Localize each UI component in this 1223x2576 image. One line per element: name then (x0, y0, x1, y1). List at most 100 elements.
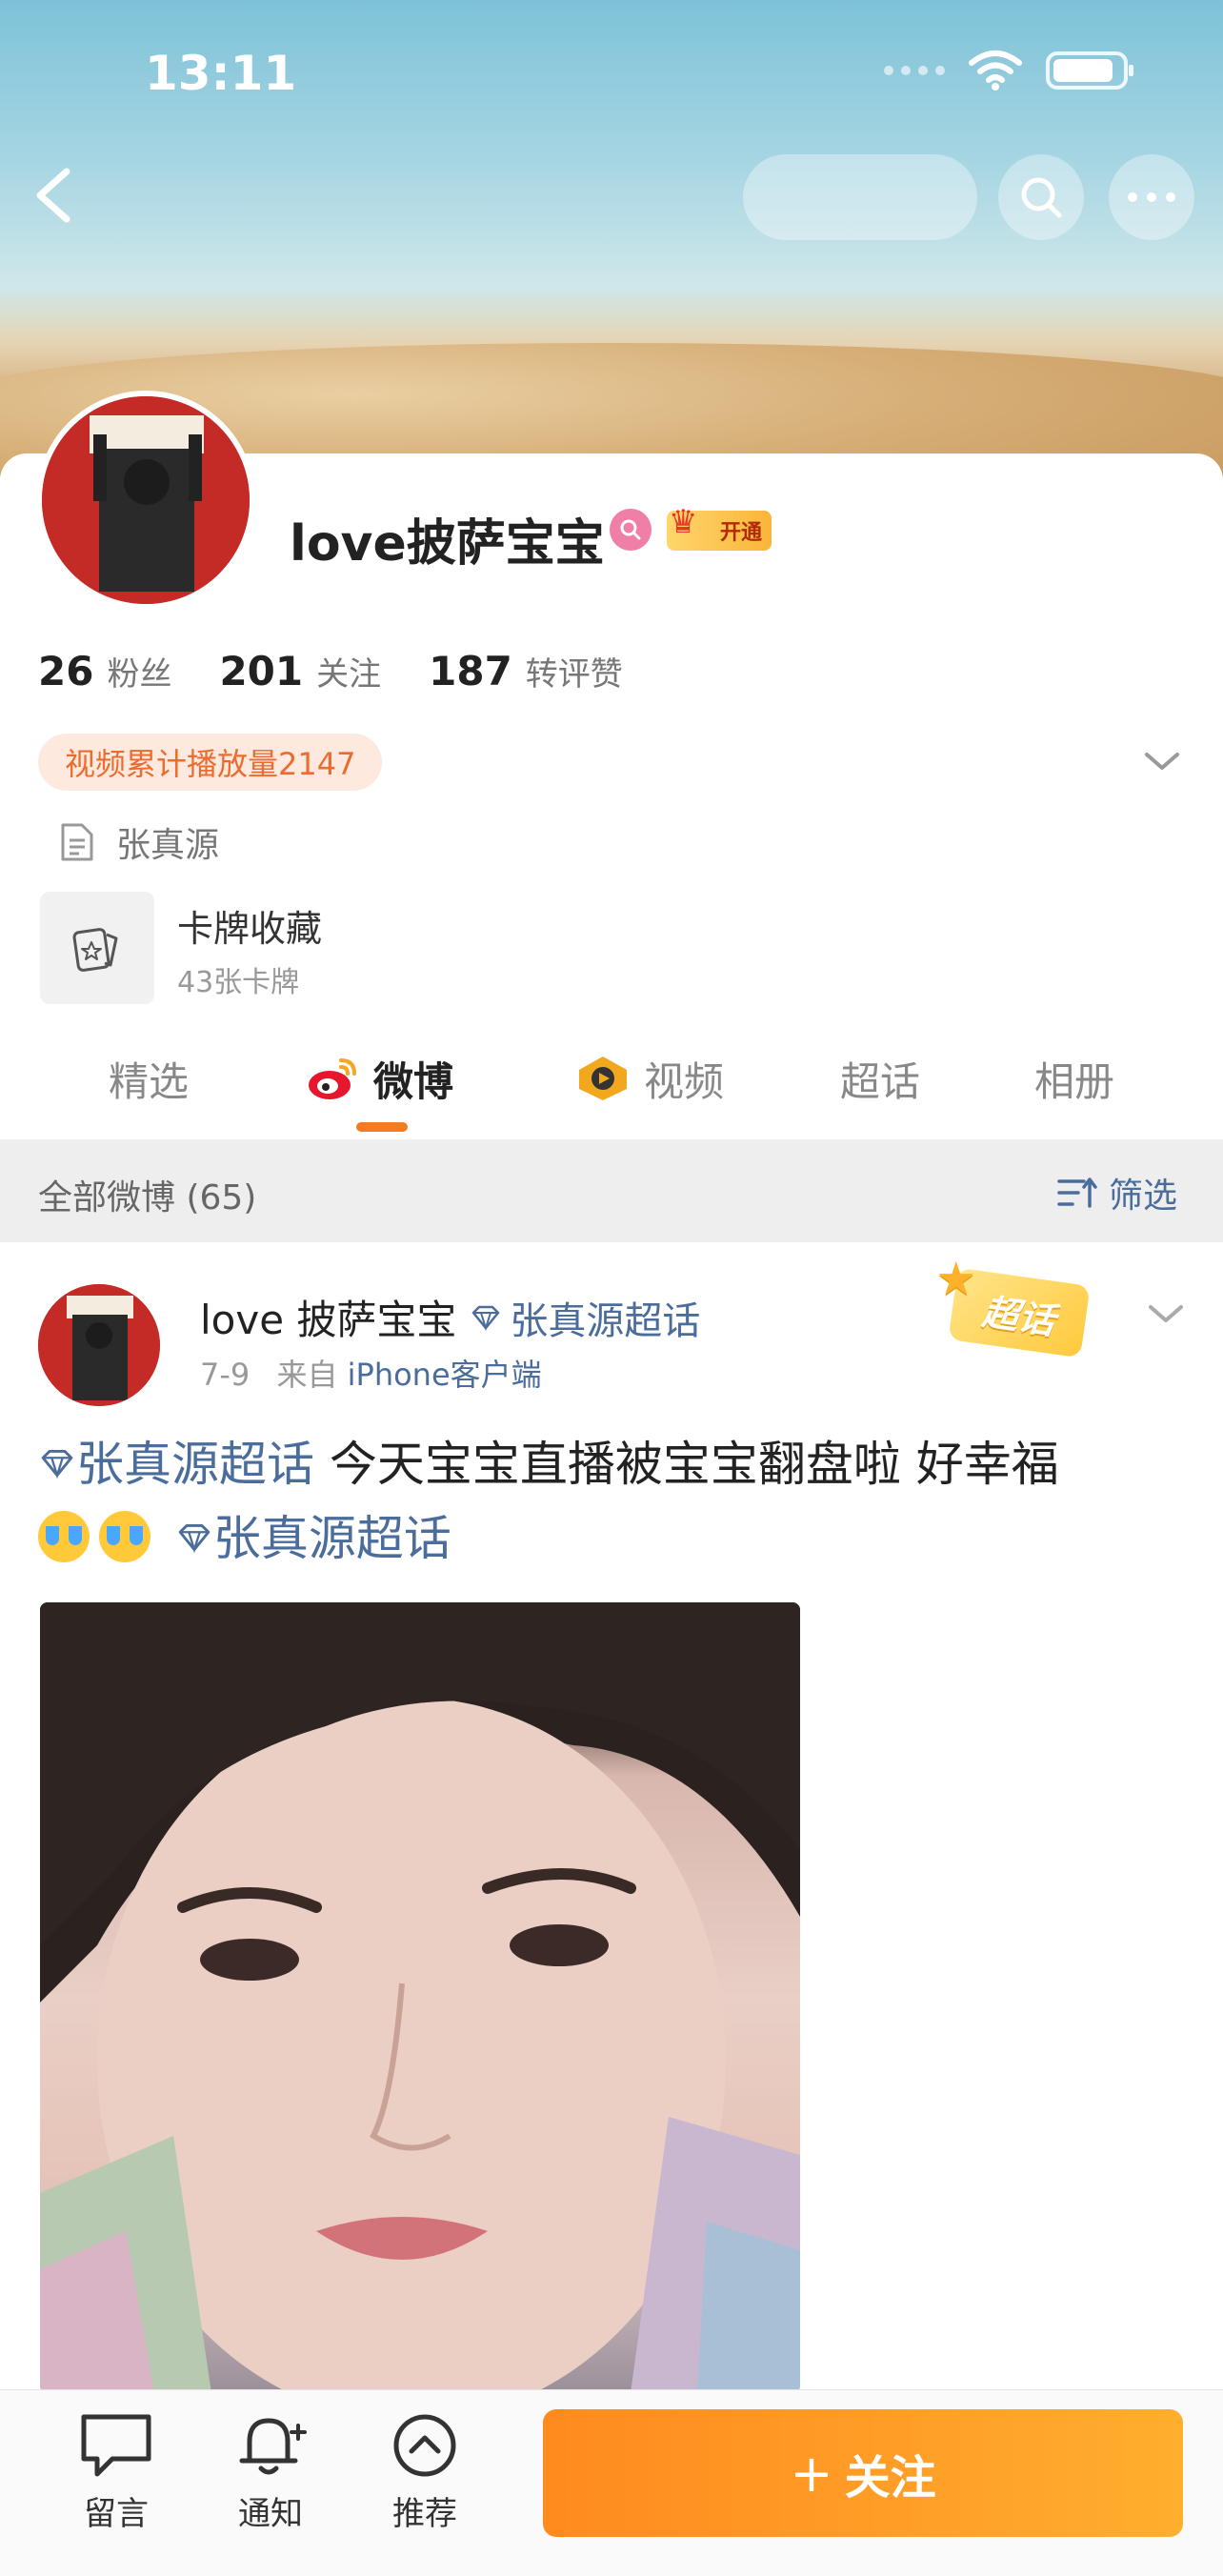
cover-pill-button[interactable] (743, 154, 977, 240)
back-button[interactable] (25, 162, 82, 229)
diamond-icon (472, 1305, 500, 1331)
video-icon (579, 1057, 627, 1100)
crying-emoji-icon (38, 1511, 90, 1562)
star-icon: ★ (935, 1252, 977, 1306)
feed-header: 全部微博 (65) 筛选 (0, 1139, 1223, 1242)
profile-stats: 26 粉丝 201 关注 187 转评赞 (38, 648, 671, 694)
tab-video[interactable]: 视频 (575, 1044, 724, 1113)
post-photo (40, 1602, 800, 2393)
status-time: 13:11 (145, 46, 297, 101)
avatar-image (38, 1284, 160, 1406)
card-collection-count: 43张卡牌 (177, 966, 300, 999)
member-badge-icon[interactable] (610, 509, 652, 551)
post-topic-label: 张真源超话 (510, 1298, 701, 1343)
stat-label: 转评赞 (525, 655, 623, 694)
document-icon (61, 823, 93, 861)
tab-weibo[interactable]: 微博 (305, 1044, 453, 1113)
more-icon (1128, 192, 1175, 202)
super-topic-badge[interactable]: ★ 超话 (935, 1252, 1091, 1358)
stat-number: 201 (219, 648, 304, 694)
plus-icon: + (790, 2443, 833, 2504)
post-source-prefix: 来自 (276, 1357, 338, 1393)
stat-number: 187 (429, 648, 512, 694)
recommend-icon (393, 2414, 456, 2477)
post-text-topic-link[interactable]: 张真源超话 (160, 1511, 451, 1566)
profile-description: 张真源 (116, 826, 220, 865)
recommend-button[interactable]: 推荐 (368, 2411, 482, 2534)
crying-emoji-icon (99, 1511, 150, 1562)
post-topic-chip[interactable]: 张真源超话 (470, 1290, 700, 1345)
post-source[interactable]: iPhone客户端 (348, 1357, 542, 1393)
notify-button[interactable]: 通知 (213, 2411, 328, 2534)
tab-label: 超话 (840, 1057, 921, 1105)
filter-label: 筛选 (1108, 1177, 1177, 1216)
card-icon (72, 928, 118, 972)
chevron-down-icon (1145, 753, 1179, 770)
search-badge-icon (620, 519, 641, 540)
tab-featured[interactable]: 精选 (109, 1044, 189, 1113)
stat-followers[interactable]: 26 粉丝 (38, 648, 171, 694)
active-tab-indicator (356, 1122, 408, 1132)
card-collection-button[interactable] (40, 892, 154, 1004)
post-author-avatar[interactable] (38, 1284, 160, 1406)
message-button[interactable]: 留言 (59, 2411, 173, 2534)
post-text-topic-label: 张真源超话 (76, 1437, 314, 1492)
message-label: 留言 (84, 2495, 149, 2533)
search-icon (1021, 177, 1062, 218)
tab-label: 视频 (644, 1057, 725, 1105)
vip-open-label: 开通 (719, 521, 762, 545)
super-topic-badge-label: 超话 (979, 1290, 1058, 1342)
avatar-image (42, 396, 250, 604)
avatar[interactable] (36, 391, 255, 610)
post-text-body: 今天宝宝直播被宝宝翻盘啦 好幸福 (314, 1437, 1059, 1492)
tab-super-topic[interactable]: 超话 (840, 1044, 920, 1113)
diamond-icon (178, 1524, 211, 1554)
tab-album[interactable]: 相册 (1034, 1044, 1114, 1113)
status-indicators (884, 50, 1133, 91)
post-meta: 7-9 来自 iPhone客户端 (200, 1351, 542, 1395)
stat-following[interactable]: 201 关注 (219, 648, 381, 694)
search-button[interactable] (998, 154, 1084, 240)
chevron-left-icon (36, 168, 70, 223)
tab-label: 微博 (373, 1057, 454, 1105)
post-author-name[interactable]: love 披萨宝宝 (200, 1288, 456, 1346)
diamond-icon (41, 1450, 73, 1479)
weibo-icon (309, 1058, 356, 1099)
post-date: 7-9 (200, 1357, 251, 1393)
bottom-action-bar: 留言 通知 推荐 + 关注 (0, 2389, 1223, 2576)
tab-label: 精选 (109, 1057, 190, 1105)
recommend-label: 推荐 (392, 2495, 457, 2533)
message-icon (81, 2414, 151, 2477)
bell-icon (239, 2418, 307, 2475)
profile-tabs: 精选 微博 视频 超话 相册 (0, 1044, 1223, 1136)
expand-profile-button[interactable] (1143, 747, 1181, 775)
signal-icon (884, 66, 945, 75)
more-button[interactable] (1109, 154, 1194, 240)
post-menu-button[interactable] (1147, 1299, 1185, 1328)
post-image[interactable] (40, 1602, 800, 2393)
vip-open-button[interactable]: ♛ 开通 (667, 503, 772, 551)
post-text-topic-label: 张真源超话 (212, 1511, 451, 1566)
card-collection-title[interactable]: 卡牌收藏 (177, 899, 322, 952)
notify-label: 通知 (238, 2495, 303, 2533)
wifi-icon (969, 50, 1022, 91)
filter-icon (1057, 1177, 1097, 1208)
crown-icon: ♛ (669, 503, 698, 541)
feed-count-label: 全部微博 (65) (38, 1178, 257, 1218)
follow-label: 关注 (844, 2451, 936, 2505)
stat-label: 关注 (316, 655, 382, 694)
profile-username: love披萨宝宝 (290, 515, 605, 573)
post-text: 张真源超话 今天宝宝直播被宝宝翻盘啦 好幸福 张真源超话 (38, 1427, 1181, 1576)
video-play-count-tag[interactable]: 视频累计播放量2147 (38, 734, 383, 791)
stat-number: 26 (38, 648, 94, 694)
chevron-down-icon (1149, 1305, 1183, 1322)
stat-likes[interactable]: 187 转评赞 (429, 648, 623, 694)
tab-label: 相册 (1034, 1057, 1115, 1105)
battery-icon (1046, 51, 1133, 90)
follow-button[interactable]: + 关注 (543, 2409, 1183, 2537)
profile-description-row: 张真源 (59, 817, 219, 867)
post-author-row: love 披萨宝宝 张真源超话 (200, 1288, 700, 1346)
stat-label: 粉丝 (107, 655, 172, 694)
post-text-topic-link[interactable]: 张真源超话 (38, 1437, 314, 1492)
filter-button[interactable]: 筛选 (1057, 1168, 1177, 1218)
